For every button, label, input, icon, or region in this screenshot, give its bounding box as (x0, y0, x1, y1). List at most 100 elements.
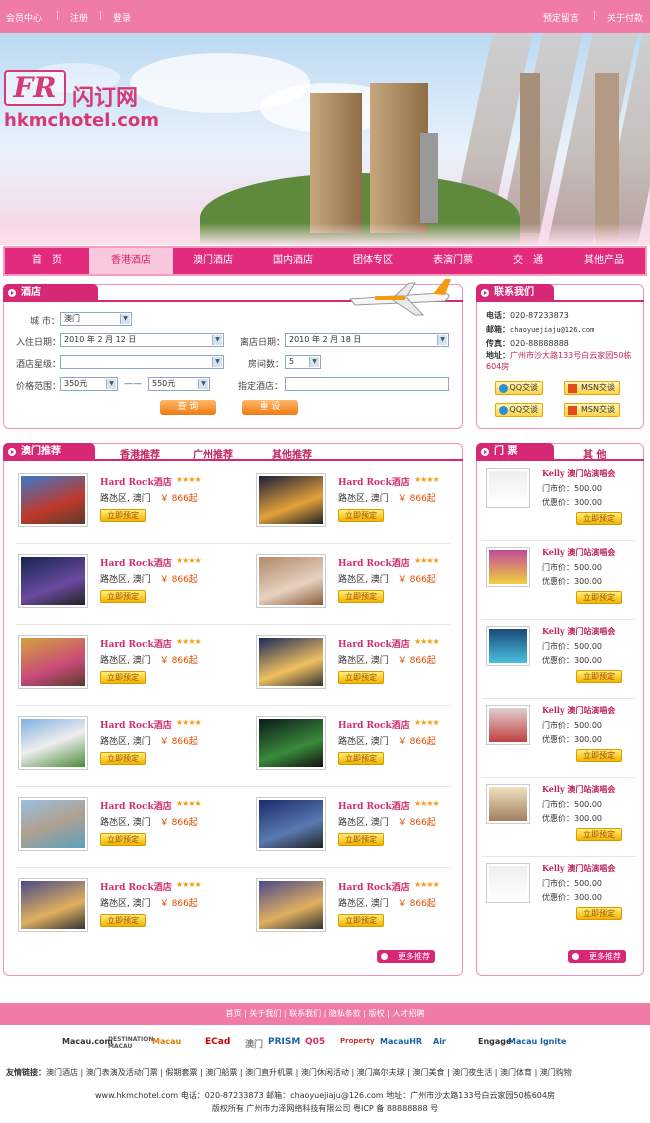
partner-logo[interactable]: Air (433, 1037, 446, 1046)
rooms-select[interactable]: 5 ▼ (285, 355, 321, 369)
contact-email[interactable]: chaoyuejiaju@126.com (510, 326, 594, 334)
nav-hongkong-hotels[interactable]: 香港酒店 (89, 248, 173, 274)
book-now-button[interactable]: 立即预定 (576, 591, 622, 604)
nav-other-products[interactable]: 其他产品 (563, 248, 645, 274)
partner-logo[interactable]: Macau.com (62, 1037, 113, 1046)
ticket-photo[interactable] (486, 705, 530, 745)
checkout-date-select[interactable]: 2010 年 2 月 18 日 ▼ (285, 333, 449, 347)
book-now-button[interactable]: 立即预定 (576, 670, 622, 683)
hotel-photo[interactable] (256, 554, 326, 608)
ticket-title[interactable]: Kelly 澳门站演唱会 (542, 784, 615, 795)
hotel-photo[interactable] (256, 716, 326, 770)
nav-home[interactable]: 首 页 (5, 248, 89, 274)
book-now-button[interactable]: 立即预定 (576, 512, 622, 525)
book-now-button[interactable]: 立即预定 (338, 509, 384, 522)
hotel-name[interactable]: Hard Rock酒店 (100, 637, 172, 650)
nav-show-tickets[interactable]: 表演门票 (413, 248, 493, 274)
hotel-photo[interactable] (256, 797, 326, 851)
hotel-photo[interactable] (256, 878, 326, 932)
hotel-name[interactable]: Hard Rock酒店 (100, 799, 172, 812)
register-link[interactable]: 注册 (70, 11, 88, 24)
hotel-name[interactable]: Hard Rock酒店 (100, 556, 172, 569)
more-recommend-button[interactable]: 更多推荐 (377, 950, 435, 963)
hotel-photo[interactable] (18, 635, 88, 689)
member-center-link[interactable]: 会员中心 (6, 11, 42, 24)
nav-group[interactable]: 团体专区 (333, 248, 413, 274)
partner-logo[interactable]: Q05 (305, 1037, 325, 1047)
book-now-button[interactable]: 立即预定 (338, 833, 384, 846)
partner-logo[interactable]: 澳门 (245, 1037, 263, 1050)
partner-logo[interactable]: Macau Ignite (508, 1037, 566, 1046)
hotel-name[interactable]: Hard Rock酒店 (338, 556, 410, 569)
checkin-date-select[interactable]: 2010 年 2 月 12 日 ▼ (60, 333, 224, 347)
more-tickets-button[interactable]: 更多推荐 (568, 950, 626, 963)
book-now-button[interactable]: 立即预定 (100, 833, 146, 846)
partner-logo[interactable]: MacauHR (380, 1037, 422, 1046)
book-now-button[interactable]: 立即预定 (100, 752, 146, 765)
book-now-button[interactable]: 立即预定 (576, 828, 622, 841)
hotel-photo[interactable] (18, 554, 88, 608)
hotel-photo[interactable] (256, 473, 326, 527)
hotel-photo[interactable] (18, 716, 88, 770)
msn-chat-button[interactable]: MSN交谈 (564, 403, 620, 417)
qq-chat-button[interactable]: QQ交谈 (495, 381, 543, 395)
hotel-photo[interactable] (18, 797, 88, 851)
msn-chat-button[interactable]: MSN交谈 (564, 381, 620, 395)
partner-logo[interactable]: Macau (152, 1037, 181, 1046)
partner-logo[interactable]: DESTINATION MACAU (108, 1036, 153, 1050)
hotel-name[interactable]: Hard Rock酒店 (338, 799, 410, 812)
ticket-title[interactable]: Kelly 澳门站演唱会 (542, 705, 615, 716)
reset-button[interactable]: 重 设 (242, 400, 298, 415)
friend-links-list[interactable]: 澳门酒店 | 澳门表演及活动门票 | 假期套票 | 澳门船票 | 澳门直升机票 … (46, 1068, 572, 1077)
hotel-name[interactable]: Hard Rock酒店 (338, 637, 410, 650)
footer-nav[interactable]: 首页 | 关于我们 | 联系我们 | 隐私条款 | 版权 | 人才招聘 (0, 1003, 650, 1025)
booking-message-link[interactable]: 预定留言 (543, 11, 579, 24)
ticket-photo[interactable] (486, 863, 530, 903)
ticket-photo[interactable] (486, 626, 530, 666)
logo-domain-text: hkmchotel.com (4, 110, 160, 131)
hotel-name[interactable]: Hard Rock酒店 (338, 475, 410, 488)
search-button[interactable]: 查 询 (160, 400, 216, 415)
hotel-location-price: 路氹区, 澳门 ￥ 866起 (338, 899, 436, 909)
price-max-select[interactable]: 550元 ▼ (148, 377, 210, 391)
book-now-button[interactable]: 立即预定 (576, 749, 622, 762)
ticket-title[interactable]: Kelly 澳门站演唱会 (542, 547, 615, 558)
ticket-title[interactable]: Kelly 澳门站演唱会 (542, 626, 615, 637)
book-now-button[interactable]: 立即预定 (338, 914, 384, 927)
nav-domestic-hotels[interactable]: 国内酒店 (253, 248, 333, 274)
book-now-button[interactable]: 立即预定 (100, 590, 146, 603)
nav-transport[interactable]: 交 通 (493, 248, 563, 274)
hotel-name[interactable]: Hard Rock酒店 (100, 718, 172, 731)
partner-logo[interactable]: ECad (205, 1037, 230, 1047)
book-now-button[interactable]: 立即预定 (100, 671, 146, 684)
hotel-name[interactable]: Hard Rock酒店 (100, 880, 172, 893)
partner-logo[interactable]: PRISM (268, 1037, 300, 1047)
hotel-name[interactable]: Hard Rock酒店 (338, 880, 410, 893)
ticket-photo[interactable] (486, 547, 530, 587)
ticket-photo[interactable] (486, 784, 530, 824)
partner-logo[interactable]: Engage (478, 1037, 511, 1046)
hotel-photo[interactable] (18, 473, 88, 527)
ticket-photo[interactable] (486, 468, 530, 508)
hotel-photo[interactable] (256, 635, 326, 689)
payment-link[interactable]: 关于付款 (607, 11, 643, 24)
city-select[interactable]: 澳门 ▼ (60, 312, 132, 326)
login-link[interactable]: 登录 (113, 11, 131, 24)
ticket-title[interactable]: Kelly 澳门站演唱会 (542, 863, 615, 874)
star-select[interactable]: ▼ (60, 355, 224, 369)
book-now-button[interactable]: 立即预定 (100, 509, 146, 522)
price-min-select[interactable]: 350元 ▼ (60, 377, 118, 391)
book-now-button[interactable]: 立即预定 (100, 914, 146, 927)
nav-macau-hotels[interactable]: 澳门酒店 (173, 248, 253, 274)
book-now-button[interactable]: 立即预定 (338, 752, 384, 765)
hotel-name-input[interactable] (285, 377, 449, 391)
ticket-title[interactable]: Kelly 澳门站演唱会 (542, 468, 615, 479)
qq-chat-button[interactable]: QQ交谈 (495, 403, 543, 417)
hotel-name[interactable]: Hard Rock酒店 (338, 718, 410, 731)
book-now-button[interactable]: 立即预定 (338, 671, 384, 684)
hotel-name[interactable]: Hard Rock酒店 (100, 475, 172, 488)
book-now-button[interactable]: 立即预定 (576, 907, 622, 920)
partner-logo[interactable]: Property (340, 1037, 375, 1045)
book-now-button[interactable]: 立即预定 (338, 590, 384, 603)
hotel-photo[interactable] (18, 878, 88, 932)
